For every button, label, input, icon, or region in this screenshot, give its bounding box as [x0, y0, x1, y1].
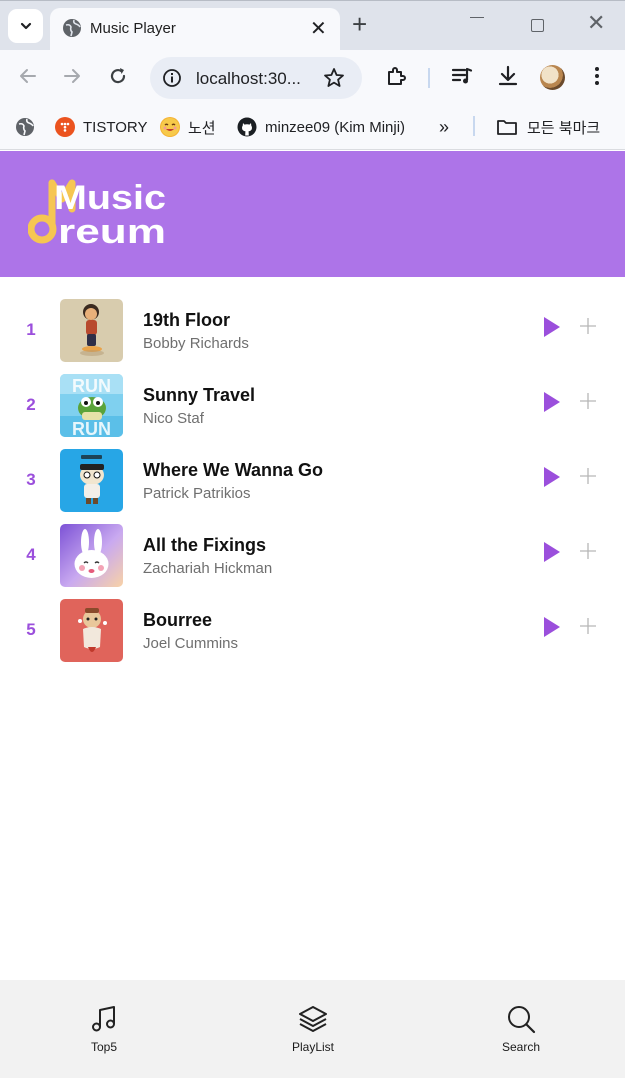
- track-rank: 4: [26, 545, 36, 564]
- track-artist: Patrick Patrikios: [143, 485, 251, 502]
- layers-icon: [299, 1006, 327, 1032]
- smiling-face-icon: [160, 117, 180, 137]
- track-rank: 2: [26, 395, 36, 414]
- bookmark-label: TISTORY: [83, 118, 148, 136]
- browser-toolbar: localhost:30...: [0, 50, 625, 104]
- browser-tab-active[interactable]: Music Player ✕: [50, 8, 340, 51]
- url-text[interactable]: localhost:30...: [196, 69, 301, 89]
- track-title[interactable]: All the Fixings: [143, 535, 266, 556]
- media-queue-icon[interactable]: [450, 64, 474, 88]
- nav-label: Search: [501, 1040, 541, 1054]
- bookmark-label: minzee09 (Kim Minji): [265, 118, 406, 136]
- tab-title: Music Player: [90, 20, 176, 37]
- music-dreum-logo[interactable]: Music reum: [28, 177, 173, 249]
- nav-top5[interactable]: Top5: [64, 1004, 144, 1054]
- logo-word-reum: reum: [58, 213, 166, 249]
- track-title[interactable]: Bourree: [143, 610, 212, 631]
- window-close-button[interactable]: ✕: [587, 10, 605, 36]
- globe-icon: [63, 19, 81, 37]
- play-icon[interactable]: [543, 616, 561, 638]
- nav-label: Top5: [90, 1040, 118, 1054]
- folder-icon: [497, 120, 517, 135]
- extensions-icon[interactable]: [384, 64, 408, 88]
- all-bookmarks-label: 모든 북마크: [527, 119, 601, 137]
- reload-icon[interactable]: [106, 64, 130, 88]
- window-minimize-button[interactable]: [470, 17, 484, 18]
- bookmark-star-icon[interactable]: [322, 66, 346, 90]
- address-bar[interactable]: localhost:30...: [150, 57, 362, 99]
- album-cover-image[interactable]: [60, 449, 123, 512]
- bookmarks-separator: [473, 116, 475, 136]
- tab-search-button[interactable]: [8, 9, 43, 43]
- track-artist: Bobby Richards: [143, 335, 249, 352]
- play-icon[interactable]: [543, 316, 561, 338]
- album-cover-image[interactable]: RUN RUN: [60, 374, 123, 437]
- more-menu-icon[interactable]: [585, 64, 609, 88]
- bookmark-notion[interactable]: 노션: [160, 116, 216, 138]
- track-row[interactable]: 5 Bourree Joel Cummins: [0, 595, 625, 665]
- track-artist: Nico Staf: [143, 410, 204, 427]
- search-icon: [508, 1006, 536, 1034]
- track-row[interactable]: 4 All the Fixings Zachariah Hickman: [0, 520, 625, 590]
- forward-arrow-icon[interactable]: [60, 64, 84, 88]
- toolbar-separator: [428, 68, 430, 88]
- download-icon[interactable]: [496, 64, 520, 88]
- plus-icon[interactable]: [578, 541, 598, 561]
- svg-text:RUN: RUN: [72, 376, 111, 396]
- plus-icon[interactable]: [578, 316, 598, 336]
- track-row[interactable]: 2 RUN RUN Sunny Travel Nico Staf: [0, 370, 625, 440]
- bookmarks-overflow-button[interactable]: »: [439, 116, 449, 138]
- globe-icon: [16, 118, 34, 136]
- profile-avatar[interactable]: [540, 65, 565, 90]
- tab-close-button[interactable]: ✕: [310, 16, 327, 41]
- track-title[interactable]: Where We Wanna Go: [143, 460, 323, 481]
- app-header: Music reum: [0, 151, 625, 277]
- track-rank: 5: [26, 620, 36, 639]
- album-cover-image[interactable]: [60, 524, 123, 587]
- play-icon[interactable]: [543, 391, 561, 413]
- site-info-icon[interactable]: [162, 68, 182, 88]
- plus-icon[interactable]: [578, 616, 598, 636]
- back-arrow-icon[interactable]: [16, 64, 40, 88]
- window-maximize-button[interactable]: [531, 19, 544, 32]
- bottom-navigation: Top5 PlayList Search: [0, 980, 625, 1078]
- album-cover-image[interactable]: [60, 299, 123, 362]
- bookmarks-bar: TISTORY 노션 minzee09 (Kim Minji) » 모든 북마크: [0, 104, 625, 150]
- bookmark-globe[interactable]: [15, 116, 35, 138]
- track-artist: Zachariah Hickman: [143, 560, 273, 577]
- track-title[interactable]: Sunny Travel: [143, 385, 255, 406]
- track-artist: Joel Cummins: [143, 635, 239, 652]
- browser-tab-strip: Music Player ✕ + ✕: [0, 0, 625, 51]
- github-icon: [237, 117, 257, 137]
- all-bookmarks-button[interactable]: 모든 북마크: [496, 116, 600, 138]
- track-rank: 3: [26, 470, 36, 489]
- nav-playlist[interactable]: PlayList: [273, 1004, 353, 1054]
- bookmark-label: 노션: [188, 119, 216, 137]
- track-title[interactable]: 19th Floor: [143, 310, 230, 331]
- nav-search[interactable]: Search: [481, 1004, 561, 1054]
- logo-word-music: Music: [54, 179, 166, 217]
- nav-label: PlayList: [291, 1040, 335, 1054]
- album-cover-image[interactable]: [60, 599, 123, 662]
- play-icon[interactable]: [543, 466, 561, 488]
- bookmark-github[interactable]: minzee09 (Kim Minji): [237, 116, 405, 138]
- bookmark-tistory[interactable]: TISTORY: [55, 116, 147, 138]
- chevron-down-icon: [20, 22, 31, 30]
- plus-icon[interactable]: [578, 466, 598, 486]
- track-rank: 1: [26, 320, 36, 339]
- play-icon[interactable]: [543, 541, 561, 563]
- new-tab-button[interactable]: +: [352, 9, 367, 40]
- track-row[interactable]: 3 Where We Wanna Go Patrick Patrikios: [0, 445, 625, 515]
- music-note-icon: [92, 1006, 115, 1032]
- plus-icon[interactable]: [578, 391, 598, 411]
- track-row[interactable]: 1 19th Floor Bobby Richards: [0, 295, 625, 365]
- tistory-icon: [55, 117, 75, 137]
- svg-text:RUN: RUN: [72, 419, 111, 437]
